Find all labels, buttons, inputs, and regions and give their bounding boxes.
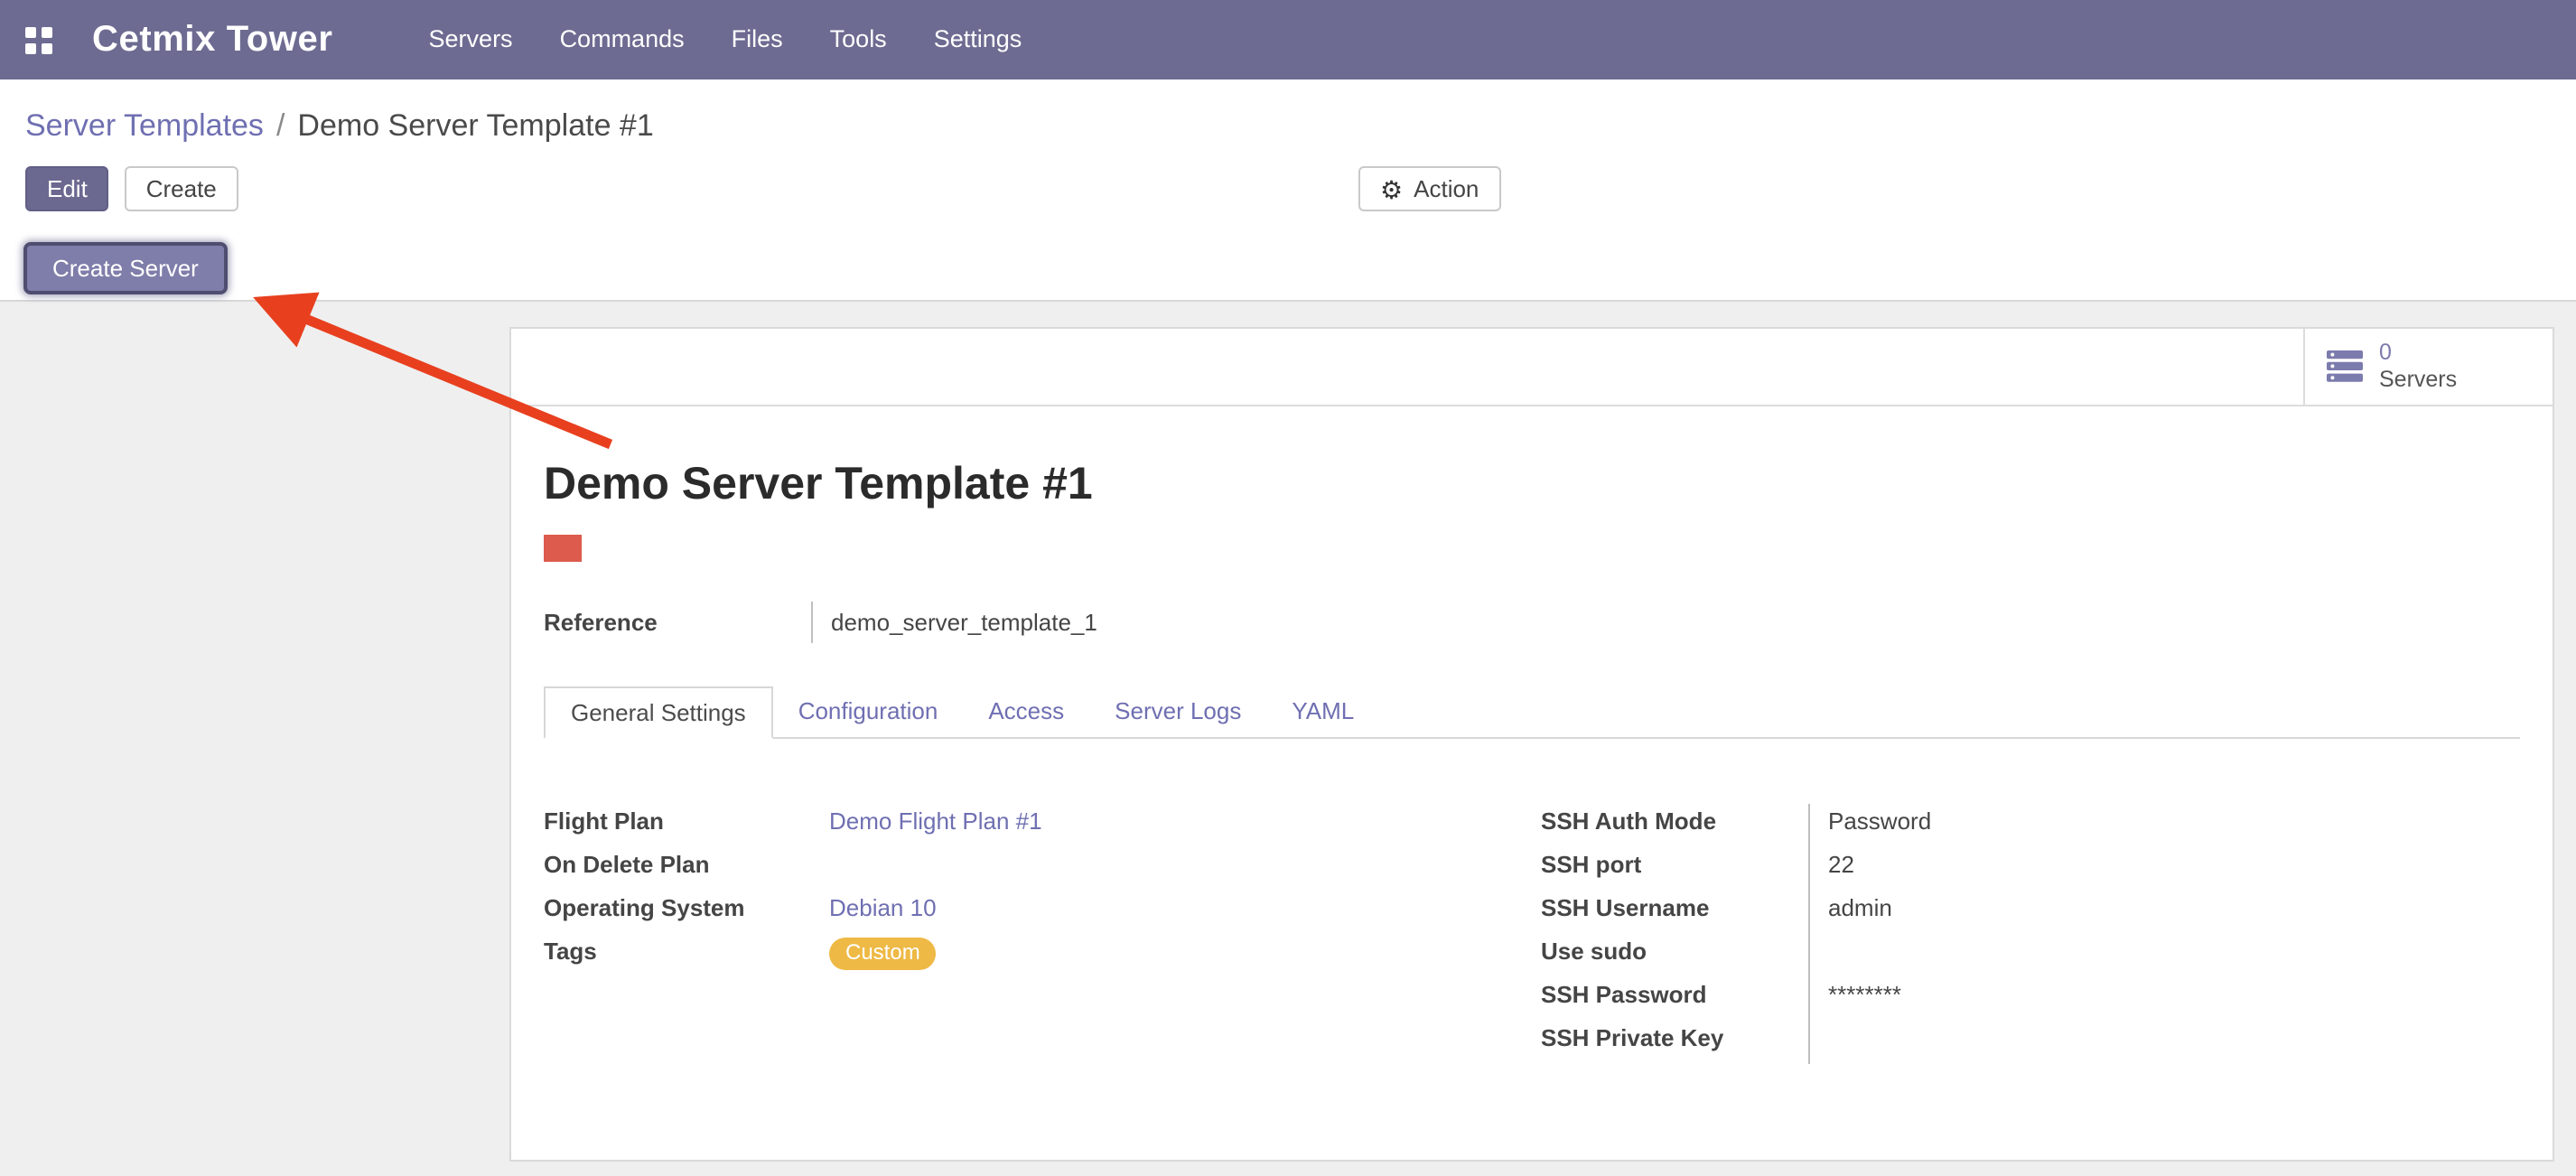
tab-configuration[interactable]: Configuration — [773, 686, 964, 738]
content-area: 0 Servers Demo Server Template #1 Refere… — [0, 302, 2576, 1176]
menu-item-settings[interactable]: Settings — [910, 0, 1046, 79]
action-button[interactable]: ⚙ Action — [1358, 166, 1500, 211]
main-menu: Servers Commands Files Tools Settings — [406, 0, 1046, 79]
servers-label: Servers — [2379, 367, 2457, 394]
reference-field: Reference demo_server_template_1 — [544, 601, 2520, 642]
ssh-password-label: SSH Password — [1541, 976, 1808, 1020]
form-sheet: 0 Servers Demo Server Template #1 Refere… — [509, 327, 2554, 1162]
tab-yaml[interactable]: YAML — [1266, 686, 1379, 738]
flight-plan-label: Flight Plan — [544, 803, 811, 846]
sheet-body: Demo Server Template #1 Reference demo_s… — [511, 461, 2553, 1063]
tab-general-settings[interactable]: General Settings — [544, 686, 773, 738]
servers-count: 0 — [2379, 340, 2457, 367]
create-server-button[interactable]: Create Server — [23, 242, 228, 294]
flight-plan-link[interactable]: Demo Flight Plan #1 — [829, 807, 1042, 834]
app-title[interactable]: Cetmix Tower — [92, 19, 333, 61]
tag-custom: Custom — [829, 937, 937, 969]
use-sudo-label: Use sudo — [1541, 933, 1808, 976]
tab-bar: General Settings Configuration Access Se… — [544, 686, 2520, 738]
ssh-private-key-value — [1808, 1020, 2520, 1063]
breadcrumb: Server Templates / Demo Server Template #1 — [25, 108, 2551, 145]
breadcrumb-current: Demo Server Template #1 — [297, 108, 653, 143]
menu-item-commands[interactable]: Commands — [537, 0, 708, 79]
create-button[interactable]: Create — [125, 166, 238, 211]
reference-label: Reference — [544, 601, 811, 642]
stat-text: 0 Servers — [2379, 340, 2457, 394]
ssh-auth-mode-label: SSH Auth Mode — [1541, 803, 1808, 846]
ssh-port-value: 22 — [1808, 846, 2520, 890]
field-groups: Flight Plan Demo Flight Plan #1 On Delet… — [544, 803, 2520, 1063]
stat-button-box: 0 Servers — [511, 329, 2553, 406]
edit-button[interactable]: Edit — [25, 166, 109, 211]
servers-stat-button[interactable]: 0 Servers — [2303, 329, 2553, 405]
tab-access[interactable]: Access — [963, 686, 1089, 738]
ssh-private-key-label: SSH Private Key — [1541, 1020, 1808, 1063]
tab-server-logs[interactable]: Server Logs — [1089, 686, 1266, 738]
menu-item-servers[interactable]: Servers — [406, 0, 537, 79]
top-navbar: Cetmix Tower Servers Commands Files Tool… — [0, 0, 2576, 79]
ssh-username-value: admin — [1808, 890, 2520, 933]
apps-grid-icon[interactable] — [25, 26, 52, 53]
left-field-group: Flight Plan Demo Flight Plan #1 On Delet… — [544, 803, 1508, 1063]
on-delete-plan-label: On Delete Plan — [544, 846, 811, 890]
menu-item-files[interactable]: Files — [708, 0, 807, 79]
action-button-label: Action — [1414, 175, 1479, 202]
right-field-group: SSH Auth Mode Password SSH port 22 SSH U… — [1541, 803, 2520, 1063]
operating-system-link[interactable]: Debian 10 — [829, 893, 937, 920]
record-title: Demo Server Template #1 — [544, 461, 2520, 510]
ssh-password-value: ******** — [1808, 976, 2520, 1020]
page: Cetmix Tower Servers Commands Files Tool… — [0, 0, 2576, 1174]
breadcrumb-parent-link[interactable]: Server Templates — [25, 108, 264, 143]
tags-label: Tags — [544, 933, 811, 976]
use-sudo-value — [1808, 933, 2520, 976]
menu-item-tools[interactable]: Tools — [807, 0, 910, 79]
ssh-port-label: SSH port — [1541, 846, 1808, 890]
on-delete-plan-value — [811, 846, 1508, 890]
reference-value: demo_server_template_1 — [811, 601, 2520, 642]
gear-icon: ⚙ — [1380, 176, 1403, 201]
notebook: General Settings Configuration Access Se… — [544, 686, 2520, 1063]
control-panel: Server Templates / Demo Server Template #1… — [0, 79, 2576, 302]
button-row: Edit Create ⚙ Action — [25, 166, 2551, 213]
servers-icon — [2327, 350, 2363, 383]
operating-system-label: Operating System — [544, 890, 811, 933]
breadcrumb-separator: / — [276, 108, 285, 143]
ssh-username-label: SSH Username — [1541, 890, 1808, 933]
color-swatch — [544, 534, 582, 561]
ssh-auth-mode-value: Password — [1808, 803, 2520, 846]
